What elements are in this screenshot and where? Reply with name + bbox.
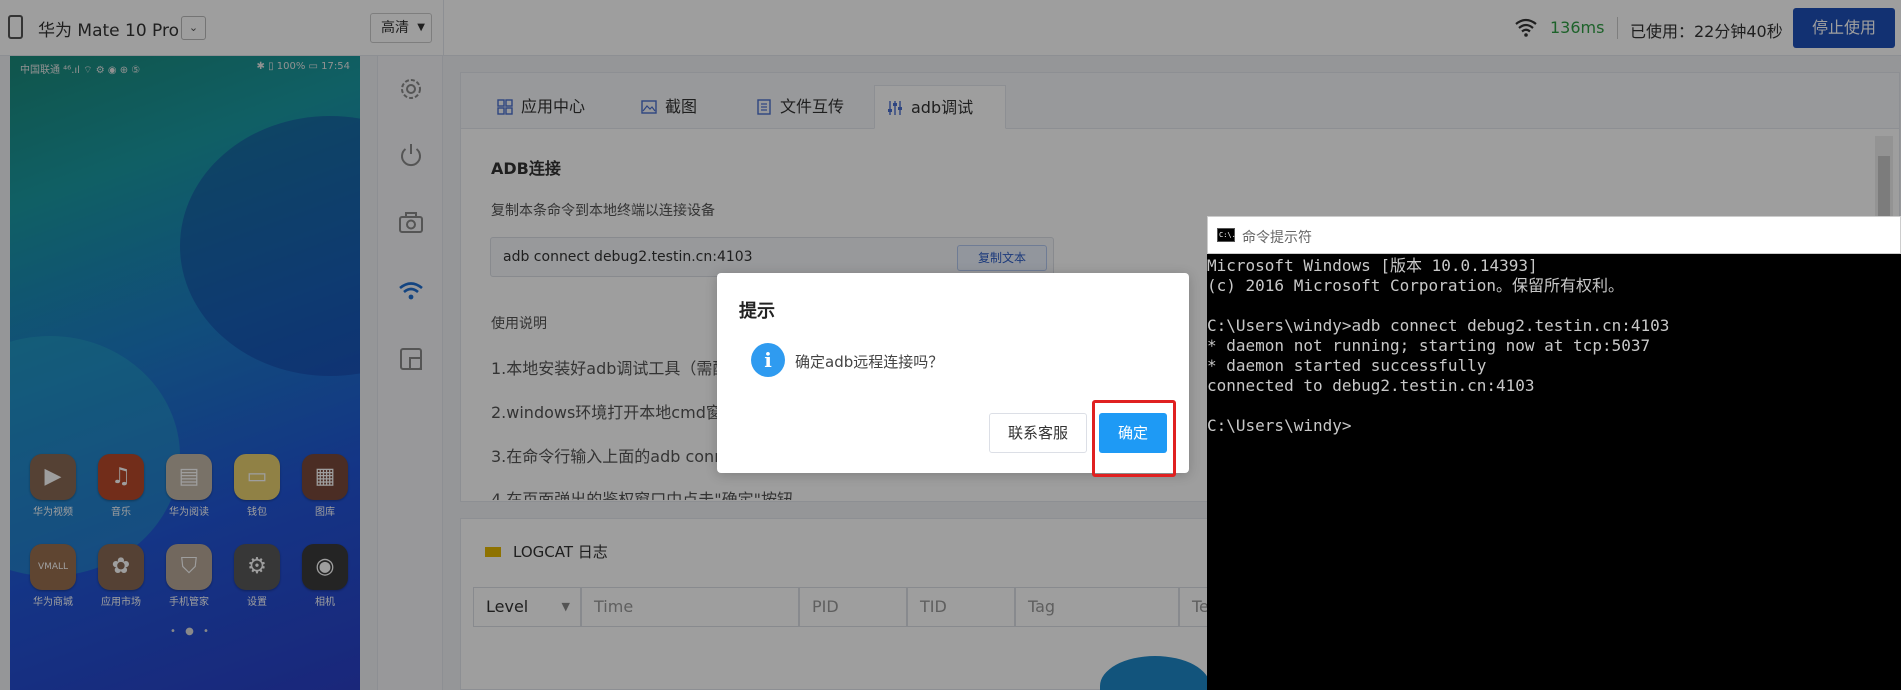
cmd-icon: C:\. [1217, 228, 1236, 242]
console-line: C:\Users\windy> [1207, 416, 1352, 435]
console-line: connected to debug2.testin.cn:4103 [1207, 376, 1535, 395]
console-line: (c) 2016 Microsoft Corporation。保留所有权利。 [1207, 276, 1624, 295]
console-line: * daemon not running; starting now at tc… [1207, 336, 1651, 355]
console-line: Microsoft Windows [版本 10.0.14393] [1207, 256, 1538, 275]
contact-support-button[interactable]: 联系客服 [989, 413, 1087, 453]
screen: 华为 Mate 10 Pro ⌄ 高清 ▼ 136ms 已使用：22分钟40秒 … [0, 0, 1901, 690]
dialog-message: 确定adb远程连接吗？ [795, 353, 944, 371]
cmd-titlebar[interactable]: C:\. 命令提示符 [1207, 216, 1901, 254]
info-icon: i [751, 343, 785, 377]
dialog-title: 提示 [739, 301, 775, 322]
console-line: C:\Users\windy>adb connect debug2.testin… [1207, 316, 1670, 335]
console-line: * daemon started successfully [1207, 356, 1487, 375]
cmd-title: 命令提示符 [1242, 230, 1312, 246]
cmd-window[interactable]: C:\. 命令提示符 Microsoft Windows [版本 10.0.14… [1207, 216, 1901, 690]
highlight-box [1092, 400, 1176, 477]
cmd-console[interactable]: Microsoft Windows [版本 10.0.14393] (c) 201… [1207, 254, 1901, 690]
